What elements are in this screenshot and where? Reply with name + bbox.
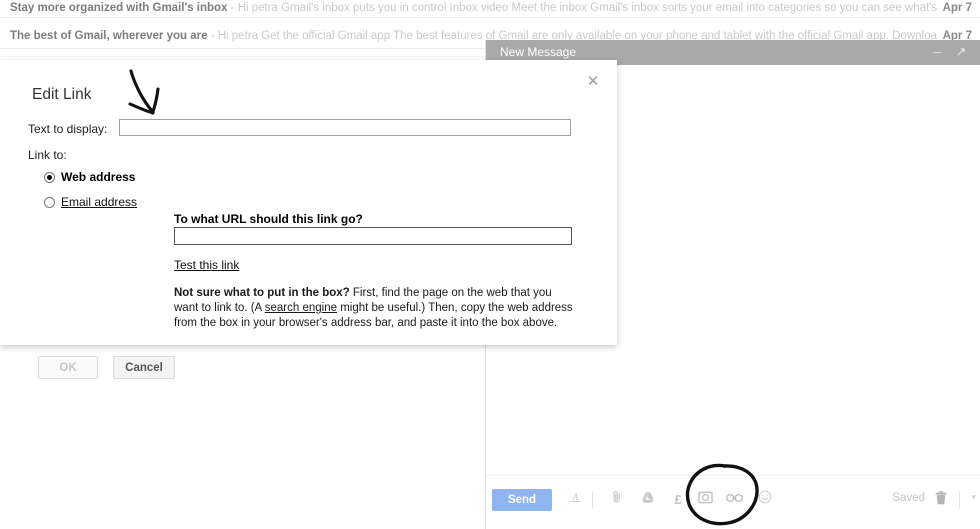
test-this-link[interactable]: Test this link xyxy=(174,258,239,272)
send-button[interactable]: Send xyxy=(492,489,552,511)
link-chain-glyph xyxy=(725,494,743,502)
email-date: Apr 7 xyxy=(942,2,972,14)
expand-icon[interactable]: ↗ xyxy=(953,44,969,60)
email-dash: - xyxy=(227,2,238,14)
text-to-display-input[interactable] xyxy=(119,119,571,136)
paperclip-glyph xyxy=(613,491,620,503)
toolbar-divider xyxy=(959,491,960,509)
edit-link-dialog: Edit Link ✕ Text to display: Link to: We… xyxy=(0,60,617,379)
email-snippet: Hi petra Gmail's inbox puts you in contr… xyxy=(237,2,938,14)
email-dash: - xyxy=(207,30,218,42)
radio-web-address-label: Web address xyxy=(61,170,136,184)
insert-link-icon[interactable] xyxy=(723,489,745,511)
insert-emoji-icon[interactable] xyxy=(754,489,776,511)
minimize-icon[interactable]: – xyxy=(929,44,945,60)
list-divider xyxy=(0,17,980,18)
insert-photo-icon[interactable] xyxy=(694,489,716,511)
screen: Stay more organized with Gmail's inbox -… xyxy=(0,0,980,529)
cancel-button[interactable]: Cancel xyxy=(113,356,175,379)
inbox-row[interactable]: Stay more organized with Gmail's inbox -… xyxy=(0,0,980,16)
radio-email-address-label: Email address xyxy=(61,195,138,209)
svg-text:A: A xyxy=(571,492,578,502)
radio-web-address[interactable]: Web address xyxy=(44,170,135,184)
help-text-bold: Not sure what to put in the box? xyxy=(174,287,350,299)
paperclip-attach-icon[interactable] xyxy=(606,489,628,511)
money-pound-icon[interactable]: £ xyxy=(667,489,689,511)
compose-toolbar: Send A £ Saved ▾ xyxy=(486,475,980,529)
help-text: Not sure what to put in the box? First, … xyxy=(174,286,574,331)
drive-triangle-glyph xyxy=(642,492,654,503)
close-icon[interactable]: ✕ xyxy=(583,72,603,92)
more-options-chevron-icon[interactable]: ▾ xyxy=(971,492,976,503)
radio-selected-icon xyxy=(44,172,55,183)
photo-glyph xyxy=(697,491,713,504)
format-text-icon[interactable]: A xyxy=(564,489,586,511)
url-heading: To what URL should this link go? xyxy=(174,212,363,226)
google-drive-icon[interactable] xyxy=(637,489,659,511)
compose-title: New Message xyxy=(500,45,577,59)
email-subject: Stay more organized with Gmail's inbox xyxy=(10,2,228,14)
format-text-glyph: A xyxy=(570,492,580,502)
dialog-title: Edit Link xyxy=(32,86,92,103)
trash-glyph xyxy=(935,491,947,505)
ok-button[interactable]: OK xyxy=(38,356,98,379)
toolbar-divider xyxy=(592,491,593,509)
email-subject: The best of Gmail, wherever you are xyxy=(10,30,208,42)
emoji-glyph xyxy=(758,490,772,504)
url-input[interactable] xyxy=(174,227,572,245)
trash-discard-icon[interactable] xyxy=(932,489,950,511)
radio-unselected-icon xyxy=(44,197,55,208)
radio-email-address[interactable]: Email address xyxy=(44,195,137,209)
search-engine-link[interactable]: search engine xyxy=(265,302,337,314)
saved-status-label: Saved xyxy=(892,492,925,504)
link-to-label: Link to: xyxy=(28,148,67,162)
text-to-display-label: Text to display: xyxy=(28,122,108,136)
